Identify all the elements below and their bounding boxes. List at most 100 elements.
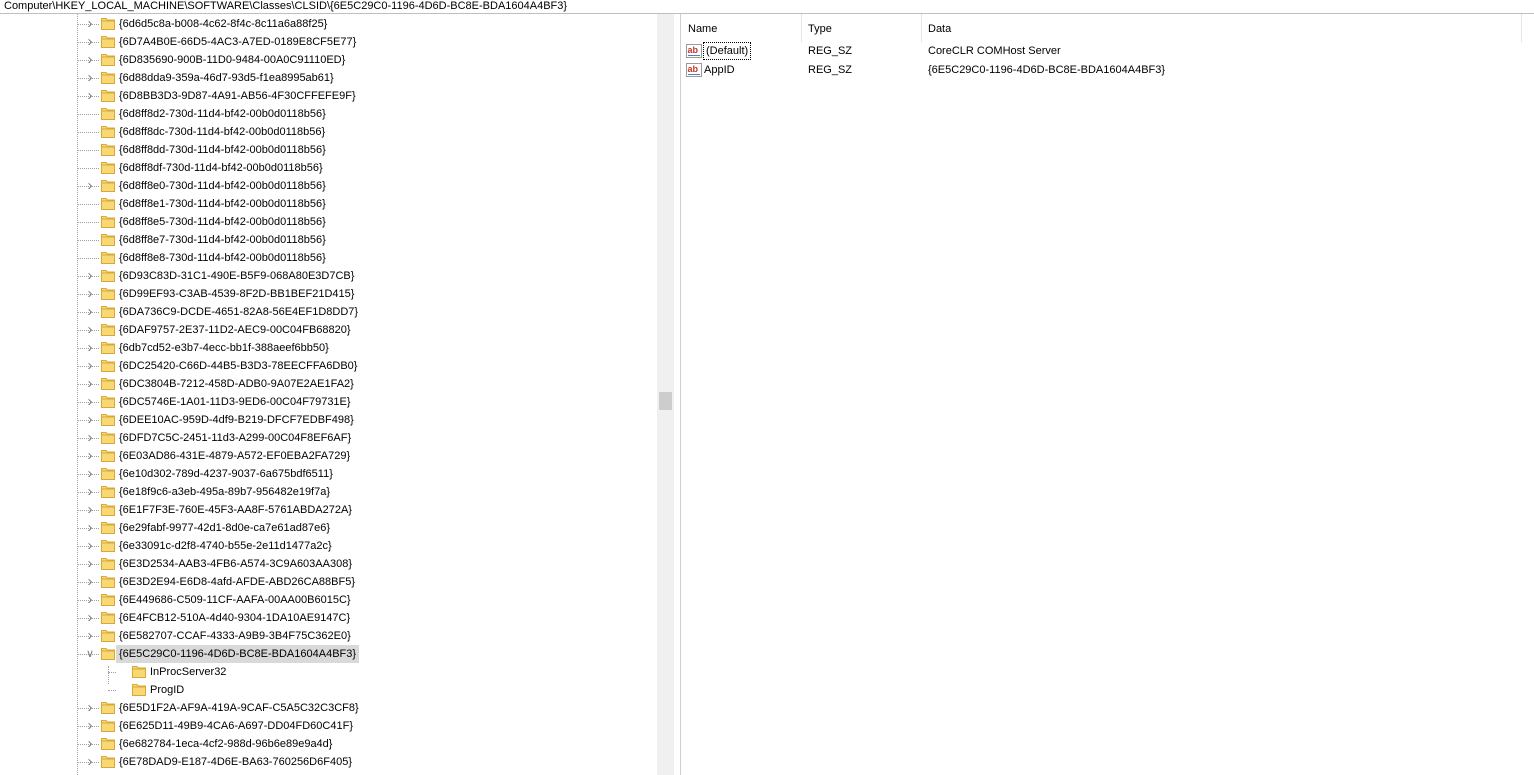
tree-key-row[interactable]: {6d8ff8e1-730d-11d4-bf42-00b0d0118b56}	[0, 195, 657, 213]
address-bar[interactable]: Computer\HKEY_LOCAL_MACHINE\SOFTWARE\Cla…	[0, 0, 1534, 14]
chevron-right-icon[interactable]: ›	[84, 754, 96, 769]
chevron-right-icon[interactable]: ›	[84, 700, 96, 715]
chevron-right-icon[interactable]: ›	[84, 574, 96, 589]
tree-key-row[interactable]: › {6E03AD86-431E-4879-A572-EF0EBA2FA729}	[0, 447, 657, 465]
column-header-type[interactable]: Type	[801, 14, 921, 42]
chevron-right-icon[interactable]: ›	[84, 88, 96, 103]
chevron-right-icon[interactable]: ›	[84, 34, 96, 49]
tree-key-row[interactable]: › {6E449686-C509-11CF-AAFA-00AA00B6015C}	[0, 591, 657, 609]
values-list[interactable]: Name Type Data ab (Default) REG_SZ CoreCLR …	[681, 14, 1534, 775]
tree-key-row[interactable]: {6d8ff8dd-730d-11d4-bf42-00b0d0118b56}	[0, 141, 657, 159]
tree-key-row[interactable]: › {6E78DAD9-E187-4D6E-BA63-760256D6F405}	[0, 753, 657, 771]
tree-key-label[interactable]: {6D7A4B0E-66D5-4AC3-A7ED-0189E8CF5E77}	[116, 33, 359, 51]
tree-key-label[interactable]: {6e33091c-d2f8-4740-b55e-2e11d1477a2c}	[116, 537, 335, 555]
tree-key-row[interactable]: {6d8ff8e8-730d-11d4-bf42-00b0d0118b56}	[0, 249, 657, 267]
tree-key-label[interactable]: {6d8ff8e0-730d-11d4-bf42-00b0d0118b56}	[116, 177, 329, 195]
tree-key-label[interactable]: {6DAF9757-2E37-11D2-AEC9-00C04FB68820}	[116, 321, 354, 339]
tree-key-label[interactable]: {6d8ff8dc-730d-11d4-bf42-00b0d0118b56}	[116, 123, 328, 141]
tree-key-label[interactable]: {6d8ff8e1-730d-11d4-bf42-00b0d0118b56}	[116, 195, 329, 213]
tree-key-row[interactable]: › {6e682784-1eca-4cf2-988d-96b6e89e9a4d}	[0, 735, 657, 753]
tree-key-row[interactable]: {6d8ff8df-730d-11d4-bf42-00b0d0118b56}	[0, 159, 657, 177]
chevron-right-icon[interactable]: ›	[84, 340, 96, 355]
tree-key-row[interactable]: › {6d8ff8e0-730d-11d4-bf42-00b0d0118b56}	[0, 177, 657, 195]
tree-key-label[interactable]: {6D8BB3D3-9D87-4A91-AB56-4F30CFFEFE9F}	[116, 87, 359, 105]
tree-key-row[interactable]: › {6E3D2534-AAB3-4FB6-A574-3C9A603AA308}	[0, 555, 657, 573]
tree-key-label[interactable]: {6DA736C9-DCDE-4651-82A8-56E4EF1D8DD7}	[116, 303, 361, 321]
tree-key-label[interactable]: {6D99EF93-C3AB-4539-8F2D-BB1BEF21D415}	[116, 285, 357, 303]
tree-scrollbar-thumb[interactable]	[659, 392, 672, 410]
tree-key-label[interactable]: {6DEE10AC-959D-4df9-B219-DFCF7EDBF498}	[116, 411, 357, 429]
tree-key-label[interactable]: {6DC3804B-7212-458D-ADB0-9A07E2AE1FA2}	[116, 375, 357, 393]
tree-key-row[interactable]: {6d8ff8e7-730d-11d4-bf42-00b0d0118b56}	[0, 231, 657, 249]
tree-key-row[interactable]: › {6D835690-900B-11D0-9484-00A0C91110ED}	[0, 51, 657, 69]
chevron-right-icon[interactable]: ›	[84, 358, 96, 373]
tree-subkey-row[interactable]: InProcServer32	[0, 663, 657, 681]
chevron-right-icon[interactable]: ›	[84, 538, 96, 553]
chevron-right-icon[interactable]: ›	[84, 592, 96, 607]
tree-key-row[interactable]: › {6e18f9c6-a3eb-495a-89b7-956482e19f7a}	[0, 483, 657, 501]
tree-key-label[interactable]: {6db7cd52-e3b7-4ecc-bb1f-388aeef6bb50}	[116, 339, 332, 357]
tree-key-row[interactable]: {6d8ff8dc-730d-11d4-bf42-00b0d0118b56}	[0, 123, 657, 141]
chevron-right-icon[interactable]: ›	[84, 52, 96, 67]
tree-key-row[interactable]: › {6E1F7F3E-760E-45F3-AA8F-5761ABDA272A}	[0, 501, 657, 519]
tree-key-label[interactable]: {6D835690-900B-11D0-9484-00A0C91110ED}	[116, 51, 348, 69]
tree-key-label[interactable]: {6d6d5c8a-b008-4c62-8f4c-8c11a6a88f25}	[116, 15, 330, 33]
value-name[interactable]: AppID	[703, 62, 736, 78]
tree-key-label[interactable]: {6DC25420-C66D-44B5-B3D3-78EECFFA6DB0}	[116, 357, 360, 375]
tree-key-label[interactable]: {6d8ff8dd-730d-11d4-bf42-00b0d0118b56}	[116, 141, 329, 159]
chevron-right-icon[interactable]: ›	[84, 70, 96, 85]
chevron-right-icon[interactable]: ›	[84, 556, 96, 571]
chevron-right-icon[interactable]: ›	[84, 502, 96, 517]
tree-key-row[interactable]: › {6DEE10AC-959D-4df9-B219-DFCF7EDBF498}	[0, 411, 657, 429]
chevron-right-icon[interactable]: ›	[84, 304, 96, 319]
tree-key-row[interactable]: › {6D7A4B0E-66D5-4AC3-A7ED-0189E8CF5E77}	[0, 33, 657, 51]
tree-key-row[interactable]: › {6DFD7C5C-2451-11d3-A299-00C04F8EF6AF}	[0, 429, 657, 447]
chevron-right-icon[interactable]: ›	[84, 268, 96, 283]
tree-key-label[interactable]: {6e682784-1eca-4cf2-988d-96b6e89e9a4d}	[116, 735, 335, 753]
chevron-right-icon[interactable]: ›	[84, 484, 96, 499]
tree-key-label[interactable]: {6d88dda9-359a-46d7-93d5-f1ea8995ab61}	[116, 69, 337, 87]
tree-key-label[interactable]: {6DFD7C5C-2451-11d3-A299-00C04F8EF6AF}	[116, 429, 354, 447]
tree-key-label[interactable]: ProgID	[147, 681, 187, 699]
tree-key-label[interactable]: {6E625D11-49B9-4CA6-A697-DD04FD60C41F}	[116, 717, 356, 735]
tree-key-label[interactable]: {6E3D2E94-E6D8-4afd-AFDE-ABD26CA88BF5}	[116, 573, 358, 591]
chevron-right-icon[interactable]: ›	[84, 718, 96, 733]
tree-key-label[interactable]: {6e10d302-789d-4237-9037-6a675bdf6511}	[116, 465, 336, 483]
tree-key-label-selected[interactable]: {6E5C29C0-1196-4D6D-BC8E-BDA1604A4BF3}	[116, 645, 360, 663]
chevron-right-icon[interactable]: ›	[84, 736, 96, 751]
chevron-right-icon[interactable]: ›	[84, 322, 96, 337]
chevron-right-icon[interactable]: ›	[84, 412, 96, 427]
tree-key-label[interactable]: {6d8ff8df-730d-11d4-bf42-00b0d0118b56}	[116, 159, 326, 177]
tree-key-row[interactable]: {6d8ff8d2-730d-11d4-bf42-00b0d0118b56}	[0, 105, 657, 123]
tree-key-label[interactable]: {6d8ff8e5-730d-11d4-bf42-00b0d0118b56}	[116, 213, 329, 231]
value-row[interactable]: ab AppID REG_SZ {6E5C29C0-1196-4D6D-BC8E-BD…	[681, 61, 1534, 80]
tree-key-row[interactable]: › {6E582707-CCAF-4333-A9B9-3B4F75C362E0}	[0, 627, 657, 645]
tree-key-label[interactable]: {6d8ff8e8-730d-11d4-bf42-00b0d0118b56}	[116, 249, 329, 267]
key-tree[interactable]: › {6d6d5c8a-b008-4c62-8f4c-8c11a6a88f25} ›…	[0, 14, 657, 775]
tree-key-row[interactable]: › {6e33091c-d2f8-4740-b55e-2e11d1477a2c}	[0, 537, 657, 555]
tree-subkey-row[interactable]: ProgID	[0, 681, 657, 699]
chevron-right-icon[interactable]: ›	[84, 178, 96, 193]
chevron-right-icon[interactable]: ›	[84, 430, 96, 445]
chevron-right-icon[interactable]: ›	[84, 286, 96, 301]
tree-key-label[interactable]: {6E582707-CCAF-4333-A9B9-3B4F75C362E0}	[116, 627, 354, 645]
tree-key-row[interactable]: › {6e29fabf-9977-42d1-8d0e-ca7e61ad87e6}	[0, 519, 657, 537]
tree-key-row[interactable]: › {6DA736C9-DCDE-4651-82A8-56E4EF1D8DD7}	[0, 303, 657, 321]
chevron-right-icon[interactable]: ›	[84, 610, 96, 625]
chevron-right-icon[interactable]: ›	[84, 466, 96, 481]
tree-key-label[interactable]: {6e18f9c6-a3eb-495a-89b7-956482e19f7a}	[116, 483, 333, 501]
tree-key-label[interactable]: {6E03AD86-431E-4879-A572-EF0EBA2FA729}	[116, 447, 353, 465]
chevron-right-icon[interactable]: ›	[84, 16, 96, 31]
tree-key-label[interactable]: {6E4FCB12-510A-4d40-9304-1DA10AE9147C}	[116, 609, 353, 627]
tree-key-row[interactable]: › {6D99EF93-C3AB-4539-8F2D-BB1BEF21D415}	[0, 285, 657, 303]
tree-key-row[interactable]: › {6E3D2E94-E6D8-4afd-AFDE-ABD26CA88BF5}	[0, 573, 657, 591]
value-name[interactable]: (Default)	[703, 42, 752, 60]
column-separator[interactable]	[1521, 14, 1522, 42]
tree-key-label[interactable]: {6E1F7F3E-760E-45F3-AA8F-5761ABDA272A}	[116, 501, 355, 519]
chevron-right-icon[interactable]: ›	[84, 520, 96, 535]
tree-key-row[interactable]: › {6db7cd52-e3b7-4ecc-bb1f-388aeef6bb50}	[0, 339, 657, 357]
chevron-right-icon[interactable]: ›	[84, 394, 96, 409]
tree-key-row[interactable]: › {6E4FCB12-510A-4d40-9304-1DA10AE9147C}	[0, 609, 657, 627]
tree-key-label[interactable]: {6D93C83D-31C1-490E-B5F9-068A80E3D7CB}	[116, 267, 357, 285]
tree-key-label[interactable]: {6d8ff8d2-730d-11d4-bf42-00b0d0118b56}	[116, 105, 329, 123]
